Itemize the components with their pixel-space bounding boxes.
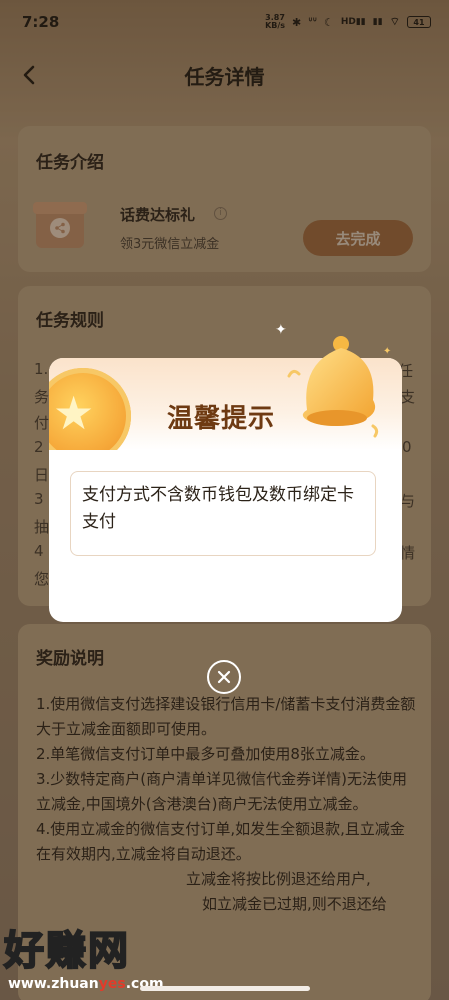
- close-icon: [217, 670, 231, 684]
- watermark-logo-text: 好赚网: [3, 927, 130, 975]
- bell-icon: [287, 336, 379, 438]
- sparkle-icon: ✦: [275, 322, 287, 338]
- tip-modal: ★ ✦ ✦ 温馨提示 支付方式不含数币钱包及数币绑定卡支付: [49, 322, 402, 622]
- modal-message: 支付方式不含数币钱包及数币绑定卡支付: [70, 471, 376, 556]
- sparkle-icon: ✦: [383, 346, 392, 357]
- star-icon: ★: [53, 386, 95, 440]
- modal-title: 温馨提示: [167, 404, 276, 434]
- close-button[interactable]: [207, 660, 241, 694]
- home-indicator[interactable]: [140, 986, 310, 991]
- coin-icon: ★: [49, 368, 131, 450]
